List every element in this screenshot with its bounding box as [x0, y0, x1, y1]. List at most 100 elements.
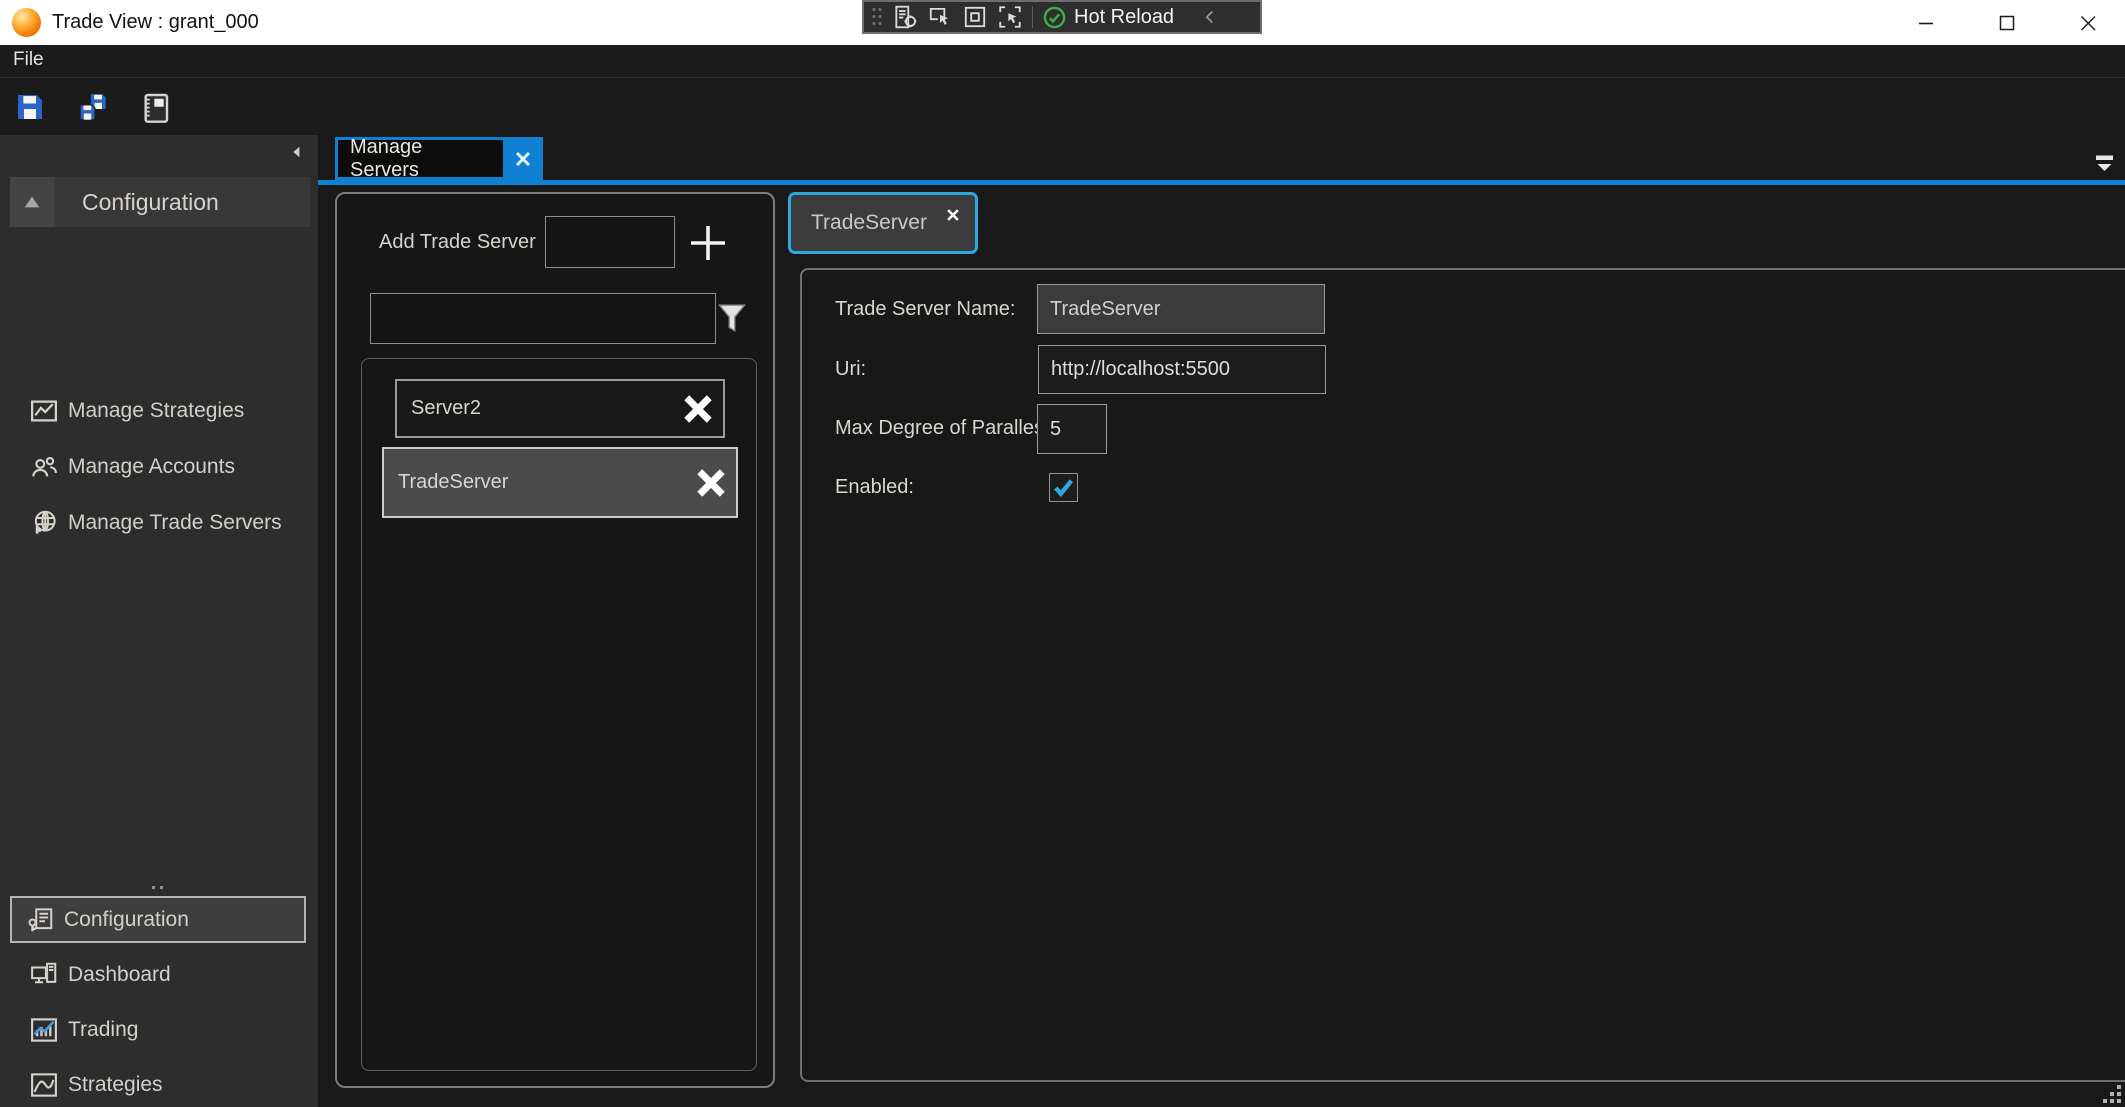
toolbar-drag-grip[interactable]	[870, 5, 883, 29]
sidebar: Configuration Manage Strategies Manage A…	[0, 135, 318, 1107]
sidebar-item-strategies[interactable]: Strategies	[0, 1063, 318, 1107]
server-list-item-selected[interactable]: TradeServer	[382, 447, 738, 518]
tab-tradeserver-label: TradeServer	[811, 211, 927, 235]
server-management-panel: Add Trade Server Server2 Trad	[335, 192, 775, 1088]
max-degree-label: Max Degree of Parallesim:	[835, 417, 1071, 440]
sidebar-item-label: Dashboard	[68, 963, 171, 987]
server-name: Server2	[411, 397, 673, 420]
delete-x-icon	[680, 391, 716, 427]
live-visual-tree-button[interactable]	[892, 4, 918, 30]
delete-server-button[interactable]	[673, 381, 723, 436]
tab-strip-underline	[318, 180, 2125, 185]
plus-icon	[686, 221, 730, 265]
close-button[interactable]	[2057, 0, 2119, 45]
server-name: TradeServer	[398, 471, 686, 494]
menu-file[interactable]: File	[13, 49, 44, 71]
sidebar-item-configuration[interactable]: Configuration	[10, 896, 306, 943]
chart-icon	[28, 395, 60, 427]
tab-list-icon	[2093, 152, 2117, 176]
save-icon	[14, 91, 46, 123]
sidebar-item-label: Manage Accounts	[68, 455, 235, 479]
sidebar-group-configuration[interactable]: Configuration	[10, 177, 310, 227]
select-element-icon	[927, 4, 953, 30]
toolbar-collapse-button[interactable]	[1197, 4, 1223, 30]
sidebar-item-label: Manage Strategies	[68, 399, 244, 423]
monitor-icon	[28, 959, 60, 991]
window-resize-grip[interactable]	[2101, 1083, 2123, 1105]
add-trade-server-button[interactable]	[685, 220, 731, 266]
minimize-icon	[1914, 11, 1938, 35]
save-all-button[interactable]	[76, 90, 110, 124]
sidebar-item-manage-strategies[interactable]: Manage Strategies	[0, 385, 318, 437]
track-focused-element-icon	[997, 4, 1023, 30]
add-trade-server-input[interactable]	[545, 216, 675, 268]
sidebar-item-label: Strategies	[68, 1073, 163, 1097]
collapse-left-icon	[289, 144, 305, 160]
maximize-button[interactable]	[1976, 0, 2038, 45]
sidebar-item-trading[interactable]: Trading	[0, 1008, 318, 1052]
trade-server-name-input[interactable]	[1037, 284, 1325, 334]
trade-server-name-label: Trade Server Name:	[835, 298, 1015, 321]
trade-view-window: Trade View : grant_000	[0, 0, 2125, 1107]
menubar: File	[0, 45, 2125, 78]
uri-label: Uri:	[835, 358, 866, 381]
app-logo-icon	[12, 8, 41, 37]
checkmark-icon	[1051, 475, 1076, 500]
close-icon	[2076, 11, 2100, 35]
select-element-button[interactable]	[927, 4, 953, 30]
sidebar-item-label: Manage Trade Servers	[68, 511, 282, 535]
tab-tradeserver-detail[interactable]: TradeServer	[788, 192, 978, 254]
live-visual-tree-icon	[892, 4, 918, 30]
hot-reload-indicator[interactable]: Hot Reload	[1042, 5, 1174, 30]
trade-server-form: Trade Server Name: Uri: Max Degree of Pa…	[800, 268, 2125, 1082]
debug-toolbar: Hot Reload	[862, 0, 1262, 34]
sidebar-collapse-button[interactable]	[286, 141, 308, 163]
settings-doc-icon	[24, 904, 56, 936]
track-focused-element-button[interactable]	[997, 4, 1023, 30]
max-degree-input[interactable]	[1037, 404, 1107, 454]
minimize-button[interactable]	[1895, 0, 1957, 45]
chevron-left-icon	[1199, 6, 1221, 28]
notebook-layout-icon	[139, 91, 171, 123]
save-button[interactable]	[13, 90, 47, 124]
hot-reload-check-icon	[1042, 5, 1067, 30]
tab-manage-servers-label: Manage Servers	[338, 140, 503, 177]
close-tab-icon	[512, 148, 534, 170]
strategy-chart-icon	[28, 1069, 60, 1101]
enabled-checkbox[interactable]	[1049, 473, 1078, 502]
tab-manage-servers-close-button[interactable]	[503, 140, 543, 177]
filter-servers-input[interactable]	[370, 293, 716, 344]
tab-list-dropdown-button[interactable]	[2092, 151, 2118, 177]
server-list-item[interactable]: Server2	[395, 379, 725, 438]
layout-adorners-button[interactable]	[962, 4, 988, 30]
layout-adorners-icon	[962, 4, 988, 30]
filter-button[interactable]	[714, 299, 750, 339]
close-tab-icon	[945, 207, 961, 223]
content-area: Manage Servers Add Trade Server	[318, 135, 2125, 1107]
toggle-layout-button[interactable]	[138, 90, 172, 124]
main-toolbar	[0, 79, 2125, 135]
hot-reload-label: Hot Reload	[1074, 6, 1174, 29]
filter-funnel-icon	[715, 301, 749, 337]
server-list: Server2 TradeServer	[361, 358, 757, 1071]
delete-x-icon	[693, 465, 729, 501]
triangle-up-icon	[21, 193, 43, 211]
save-all-icon	[77, 91, 109, 123]
people-icon	[28, 451, 60, 483]
sidebar-splitter-grip[interactable]	[152, 886, 168, 890]
group-expander-button[interactable]	[10, 177, 54, 227]
window-title: Trade View : grant_000	[52, 11, 259, 34]
delete-server-button[interactable]	[686, 449, 736, 516]
enabled-label: Enabled:	[835, 476, 914, 499]
group-header-label: Configuration	[82, 189, 219, 216]
maximize-icon	[1995, 11, 2019, 35]
tab-manage-servers[interactable]: Manage Servers	[335, 137, 543, 180]
sidebar-item-dashboard[interactable]: Dashboard	[0, 953, 318, 997]
sidebar-item-manage-accounts[interactable]: Manage Accounts	[0, 441, 318, 493]
tab-tradeserver-close-button[interactable]	[941, 203, 965, 227]
brain-network-icon	[28, 507, 60, 539]
toolbar-separator	[1032, 6, 1033, 28]
sidebar-item-manage-trade-servers[interactable]: Manage Trade Servers	[0, 497, 318, 549]
uri-input[interactable]	[1038, 345, 1326, 394]
sidebar-item-label: Configuration	[64, 908, 189, 932]
